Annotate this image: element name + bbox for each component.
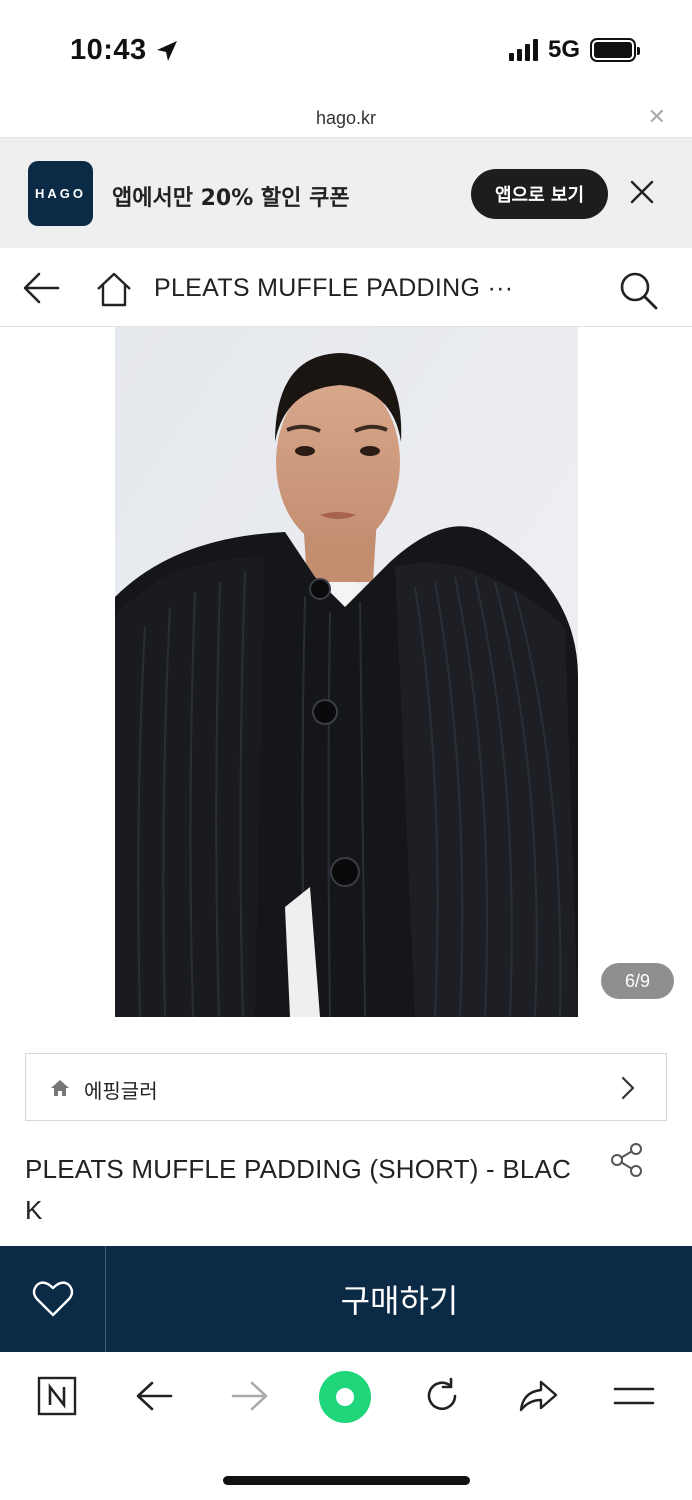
status-bar: 10:43 5G (0, 0, 692, 100)
url-bar[interactable]: hago.kr ✕ (0, 100, 692, 138)
reload-button[interactable] (420, 1374, 464, 1418)
menu-button[interactable] (612, 1374, 656, 1418)
share-icon[interactable] (609, 1142, 645, 1178)
brand-link[interactable]: 에핑글러 (25, 1053, 667, 1121)
network-type: 5G (547, 36, 580, 63)
time-text: 10:43 (70, 34, 147, 66)
green-circle-icon (319, 1371, 371, 1423)
back-arrow-icon[interactable] (22, 270, 60, 306)
close-icon[interactable] (628, 178, 656, 206)
location-arrow-icon (156, 40, 177, 61)
reload-icon (427, 1377, 457, 1411)
open-app-button[interactable]: 앱으로 보기 (471, 169, 608, 219)
model-wearing-coat-illustration (115, 327, 578, 1017)
purchase-bar: 구매하기 (0, 1246, 692, 1352)
home-icon (51, 1080, 69, 1096)
product-title: PLEATS MUFFLE PADDING (SHORT) - BLACK (25, 1154, 572, 1225)
search-icon[interactable] (618, 270, 658, 310)
green-dot-button[interactable] (318, 1370, 372, 1424)
back-arrow-icon (136, 1381, 173, 1411)
page-title: PLEATS MUFFLE PADDING ··· (154, 274, 514, 302)
browser-forward-button[interactable] (228, 1374, 272, 1418)
wishlist-button[interactable] (0, 1246, 106, 1352)
forward-arrow-icon (231, 1381, 268, 1411)
battery-icon (590, 38, 640, 62)
app-banner: HAGO 앱에서만 20% 할인 쿠폰 앱으로 보기 (0, 138, 692, 248)
brand-name: 에핑글러 (84, 1079, 158, 1103)
share-page-button[interactable] (516, 1374, 560, 1418)
product-photo[interactable] (115, 327, 578, 1017)
signal-icon (508, 39, 538, 61)
buy-button[interactable]: 구매하기 (107, 1246, 692, 1352)
menu-icon (613, 1387, 655, 1405)
share-arrow-icon (519, 1380, 558, 1412)
browser-toolbar (0, 1352, 692, 1442)
app-logo: HAGO (28, 161, 93, 226)
heart-icon (32, 1281, 73, 1317)
home-icon[interactable] (95, 270, 133, 308)
banner-message: 앱에서만 20% 할인 쿠폰 (112, 186, 350, 211)
browser-back-button[interactable] (132, 1374, 176, 1418)
nav-header: PLEATS MUFFLE PADDING ··· (0, 248, 692, 327)
url-text[interactable]: hago.kr (0, 108, 692, 129)
close-icon[interactable]: ✕ (648, 104, 666, 130)
naver-n-icon (37, 1376, 77, 1416)
home-indicator (223, 1476, 470, 1485)
status-time: 10:43 (70, 34, 179, 67)
chevron-right-icon (621, 1076, 635, 1100)
image-counter: 6/9 (601, 963, 674, 999)
naver-n-button[interactable] (35, 1374, 79, 1418)
status-right: 5G (508, 36, 640, 64)
